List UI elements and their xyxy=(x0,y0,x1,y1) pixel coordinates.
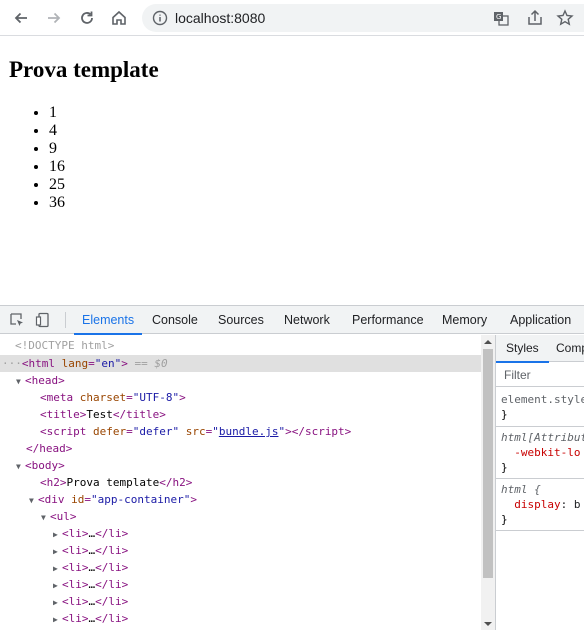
dom-node-li[interactable]: ▶ <li>…</li> xyxy=(0,610,481,627)
expand-triangle-icon[interactable]: ▼ xyxy=(16,458,25,475)
style-rule-html-attribute[interactable]: html[Attribut -webkit-lo } xyxy=(496,427,584,479)
meta-charset-value: "UTF-8" xyxy=(132,391,180,404)
collapsed-triangle-icon[interactable]: ▶ xyxy=(53,577,62,594)
dom-node-doctype[interactable]: <!DOCTYPE html> xyxy=(0,337,481,354)
collapsed-triangle-icon[interactable]: ▶ xyxy=(53,594,62,611)
collapsed-triangle-icon[interactable]: ▶ xyxy=(53,526,62,543)
devtools-panel: Elements Console Sources Network Perform… xyxy=(0,305,584,630)
share-icon[interactable] xyxy=(526,9,544,27)
info-icon[interactable] xyxy=(152,10,168,26)
list-item: 9 xyxy=(49,140,65,158)
tab-network[interactable]: Network xyxy=(276,306,338,334)
list-item: 36 xyxy=(49,194,65,212)
dom-node-li[interactable]: ▶ <li>…</li> xyxy=(0,525,481,542)
scrollbar-thumb[interactable] xyxy=(483,349,493,578)
tab-console[interactable]: Console xyxy=(144,306,206,334)
collapsed-triangle-icon[interactable]: ▶ xyxy=(53,560,62,577)
dom-node-head[interactable]: ▼ <head> xyxy=(0,372,481,389)
tab-styles[interactable]: Styles xyxy=(496,335,549,363)
tab-elements[interactable]: Elements xyxy=(74,306,143,335)
collapsed-triangle-icon[interactable]: ▶ xyxy=(53,611,62,628)
page-heading: Prova template xyxy=(9,57,159,82)
dom-node-li[interactable]: ▶ <li>…</li> xyxy=(0,542,481,559)
address-bar[interactable]: localhost:8080 G xyxy=(142,4,584,32)
browser-toolbar: localhost:8080 G xyxy=(0,0,584,36)
list-item: 4 xyxy=(49,122,65,140)
back-arrow-icon[interactable] xyxy=(8,5,34,31)
tab-memory[interactable]: Memory xyxy=(434,306,495,334)
reload-icon[interactable] xyxy=(74,5,100,31)
selected-node-marker: == $0 xyxy=(134,357,168,370)
dom-tree-scrollbar[interactable] xyxy=(481,335,495,630)
dom-node-title[interactable]: <title>Test</title> xyxy=(0,406,481,423)
style-rule-html[interactable]: html { display: b } xyxy=(496,479,584,531)
expand-triangle-icon[interactable]: ▼ xyxy=(16,373,25,390)
device-toolbar-icon[interactable] xyxy=(35,312,51,328)
devtools-tabbar: Elements Console Sources Network Perform… xyxy=(0,306,584,335)
dom-node-meta[interactable]: <meta charset="UTF-8"> xyxy=(0,389,481,406)
style-rule-element[interactable]: element.style } xyxy=(496,389,584,427)
html-lang-value: "en" xyxy=(94,357,122,370)
svg-text:G: G xyxy=(496,13,501,21)
dom-node-head-close[interactable]: </head> xyxy=(0,440,481,457)
dom-node-body[interactable]: ▼ <body> xyxy=(0,457,481,474)
forward-arrow-icon[interactable] xyxy=(41,5,67,31)
list-item: 25 xyxy=(49,176,65,194)
expand-triangle-icon[interactable]: ▼ xyxy=(41,509,50,526)
tab-application[interactable]: Application xyxy=(502,306,579,334)
dom-node-li[interactable]: ▶ <li>…</li> xyxy=(0,576,481,593)
scroll-down-icon[interactable] xyxy=(484,620,492,628)
bookmark-star-icon[interactable] xyxy=(556,9,574,27)
tab-performance[interactable]: Performance xyxy=(344,306,432,334)
script-src-link[interactable]: bundle.js xyxy=(219,425,279,438)
url-text: localhost:8080 xyxy=(175,10,266,26)
scroll-up-icon[interactable] xyxy=(484,338,492,346)
script-defer-value: "defer" xyxy=(132,425,180,438)
home-icon[interactable] xyxy=(106,5,132,31)
ellipsis-icon[interactable]: ··· xyxy=(2,357,22,370)
expand-triangle-icon[interactable]: ▼ xyxy=(29,492,38,509)
html-lang-attr: lang xyxy=(61,357,89,370)
dom-node-h2[interactable]: <h2>Prova template</h2> xyxy=(0,474,481,491)
styles-filter-input[interactable]: Filter xyxy=(496,363,584,387)
doctype-text: <!DOCTYPE html> xyxy=(15,339,115,352)
translate-icon[interactable]: G xyxy=(492,9,510,27)
dom-node-div[interactable]: ▼ <div id="app-container"> xyxy=(0,491,481,508)
dom-node-li[interactable]: ▶ <li>…</li> xyxy=(0,559,481,576)
collapsed-triangle-icon[interactable]: ▶ xyxy=(53,543,62,560)
h2-text: Prova template xyxy=(66,476,160,489)
toolbar-divider xyxy=(65,312,66,328)
title-text: Test xyxy=(86,408,113,421)
list-item: 1 xyxy=(49,104,65,122)
tab-sources[interactable]: Sources xyxy=(210,306,272,334)
div-id-value: "app-container" xyxy=(91,493,191,506)
page-content: Prova template 1 4 9 16 25 36 xyxy=(0,37,584,305)
dom-node-li[interactable]: ▶ <li>…</li> xyxy=(0,593,481,610)
list-item: 16 xyxy=(49,158,65,176)
dom-tree: <!DOCTYPE html> ···<html lang="en"> == $… xyxy=(0,335,481,630)
styles-pane: Styles Comp Filter element.style } html[… xyxy=(495,335,584,630)
inspect-element-icon[interactable] xyxy=(9,312,25,328)
number-list: 1 4 9 16 25 36 xyxy=(49,104,65,212)
dom-node-script[interactable]: <script defer="defer" src="bundle.js"></… xyxy=(0,423,481,440)
dom-node-html[interactable]: ···<html lang="en"> == $0 xyxy=(0,355,481,372)
tab-computed[interactable]: Comp xyxy=(546,335,584,362)
styles-tabbar: Styles Comp xyxy=(496,335,584,363)
dom-node-ul[interactable]: ▼ <ul> xyxy=(0,508,481,525)
